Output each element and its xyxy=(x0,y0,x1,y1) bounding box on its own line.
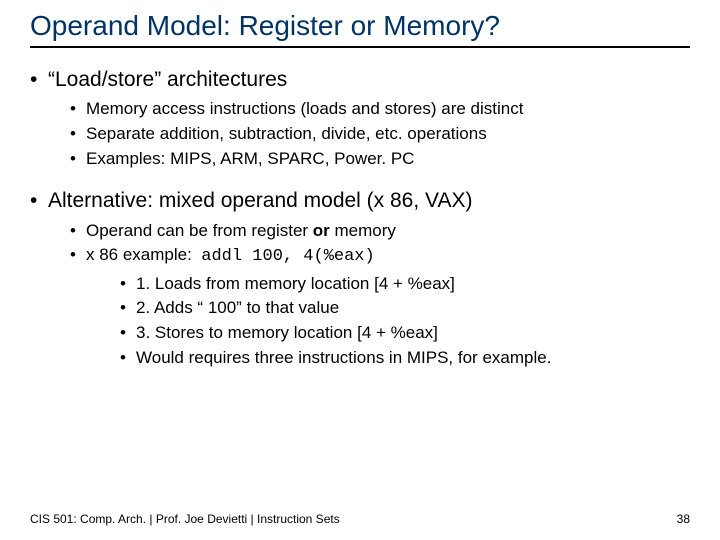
bullet-lvl2: Separate addition, subtraction, divide, … xyxy=(70,122,690,147)
bullet-text: 2. Adds “ 100” to that value xyxy=(136,298,339,317)
bullet-text: x 86 example: addl 100, 4(%eax) xyxy=(86,245,375,264)
bullet-sublist: 1. Loads from memory location [4 + %eax]… xyxy=(120,272,690,371)
footer: CIS 501: Comp. Arch. | Prof. Joe Deviett… xyxy=(30,512,690,526)
bullet-text: Memory access instructions (loads and st… xyxy=(86,99,523,118)
bullet-text: 3. Stores to memory location [4 + %eax] xyxy=(136,323,438,342)
bullet-text: Examples: MIPS, ARM, SPARC, Power. PC xyxy=(86,149,414,168)
page-number: 38 xyxy=(677,512,690,526)
bullet-lvl3: Would requires three instructions in MIP… xyxy=(120,346,690,371)
bullet-lvl2: x 86 example: addl 100, 4(%eax) 1. Loads… xyxy=(70,243,690,370)
slide-title: Operand Model: Register or Memory? xyxy=(30,10,690,48)
bullet-text: Operand can be from register or memory xyxy=(86,221,396,240)
bullet-text: Would requires three instructions in MIP… xyxy=(136,348,551,367)
bullet-text: Separate addition, subtraction, divide, … xyxy=(86,124,487,143)
bullet-text: 1. Loads from memory location [4 + %eax] xyxy=(136,274,455,293)
bullet-list: “Load/store” architectures Memory access… xyxy=(30,66,690,370)
bullet-lvl2: Memory access instructions (loads and st… xyxy=(70,97,690,122)
bullet-lvl2: Operand can be from register or memory xyxy=(70,219,690,244)
footer-left: CIS 501: Comp. Arch. | Prof. Joe Deviett… xyxy=(30,512,340,526)
bullet-lvl2: Examples: MIPS, ARM, SPARC, Power. PC xyxy=(70,147,690,172)
bullet-text: Alternative: mixed operand model (x 86, … xyxy=(48,189,472,212)
bullet-lvl1: Alternative: mixed operand model (x 86, … xyxy=(30,187,690,370)
bullet-sublist: Memory access instructions (loads and st… xyxy=(70,97,690,171)
slide: Operand Model: Register or Memory? “Load… xyxy=(0,0,720,540)
bullet-text: “Load/store” architectures xyxy=(48,68,287,91)
bullet-sublist: Operand can be from register or memory x… xyxy=(70,219,690,371)
bullet-lvl1: “Load/store” architectures Memory access… xyxy=(30,66,690,171)
bullet-lvl3: 3. Stores to memory location [4 + %eax] xyxy=(120,321,690,346)
bullet-lvl3: 2. Adds “ 100” to that value xyxy=(120,296,690,321)
bullet-lvl3: 1. Loads from memory location [4 + %eax] xyxy=(120,272,690,297)
